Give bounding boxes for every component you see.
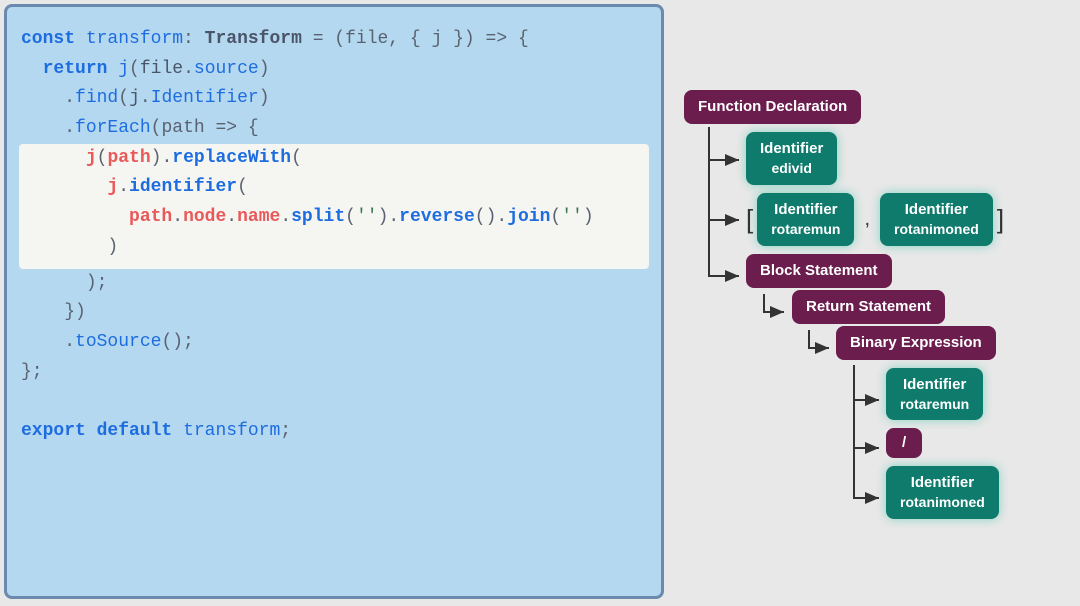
- code-line-5: j(path).replaceWith(: [21, 144, 647, 174]
- tree-row-func-decl: Function Declaration: [684, 90, 1070, 124]
- code-line-blank: [21, 387, 647, 417]
- code-line-12: };: [21, 358, 647, 388]
- tree-row-block: Block Statement: [746, 254, 1070, 288]
- tree-row-bin-left: Identifierrotaremun: [886, 368, 1070, 421]
- comma: ,: [864, 208, 870, 231]
- tree-row-binary: Binary Expression: [836, 326, 1070, 360]
- node-return-statement: Return Statement: [792, 290, 945, 324]
- tree-row-identifier-edivid: Identifieredivid: [746, 132, 1070, 185]
- code-line-8: ): [21, 233, 647, 263]
- tree-row-bin-op: /: [886, 428, 1070, 458]
- highlighted-code: j(path).replaceWith( j.identifier( path.…: [19, 144, 649, 269]
- code-line-3: .find(j.Identifier): [21, 84, 647, 114]
- tree-row-return: Return Statement: [792, 290, 1070, 324]
- ast-tree-panel: Function Declaration Identifieredivid [ …: [664, 0, 1080, 606]
- code-line-10: }): [21, 298, 647, 328]
- node-operator-divide: /: [886, 428, 922, 458]
- bracket-open: [: [746, 204, 753, 235]
- code-line-11: .toSource();: [21, 328, 647, 358]
- tree-row-bin-right: Identifierrotanimoned: [886, 466, 1070, 519]
- node-binary-expression: Binary Expression: [836, 326, 996, 360]
- node-block-statement: Block Statement: [746, 254, 892, 288]
- node-function-declaration: Function Declaration: [684, 90, 861, 124]
- code-line-7: path.node.name.split('').reverse().join(…: [21, 203, 647, 233]
- node-identifier-rotanimoned: Identifierrotanimoned: [880, 193, 993, 246]
- code-line-2: return j(file.source): [21, 55, 647, 85]
- code-line-13: export default transform;: [21, 417, 647, 447]
- code-panel: const transform: Transform = (file, { j …: [4, 4, 664, 599]
- code-line-9: );: [21, 269, 647, 299]
- tree-row-params: [ Identifierrotaremun , Identifierrotani…: [746, 193, 1070, 246]
- node-identifier-rotaremun-2: Identifierrotaremun: [886, 368, 983, 421]
- code-line-6: j.identifier(: [21, 173, 647, 203]
- node-identifier-rotaremun: Identifierrotaremun: [757, 193, 854, 246]
- code-line-4: .forEach(path => {: [21, 114, 647, 144]
- code-line-1: const transform: Transform = (file, { j …: [21, 25, 647, 55]
- bracket-close: ]: [997, 204, 1004, 235]
- node-identifier-edivid: Identifieredivid: [746, 132, 837, 185]
- node-identifier-rotanimoned-2: Identifierrotanimoned: [886, 466, 999, 519]
